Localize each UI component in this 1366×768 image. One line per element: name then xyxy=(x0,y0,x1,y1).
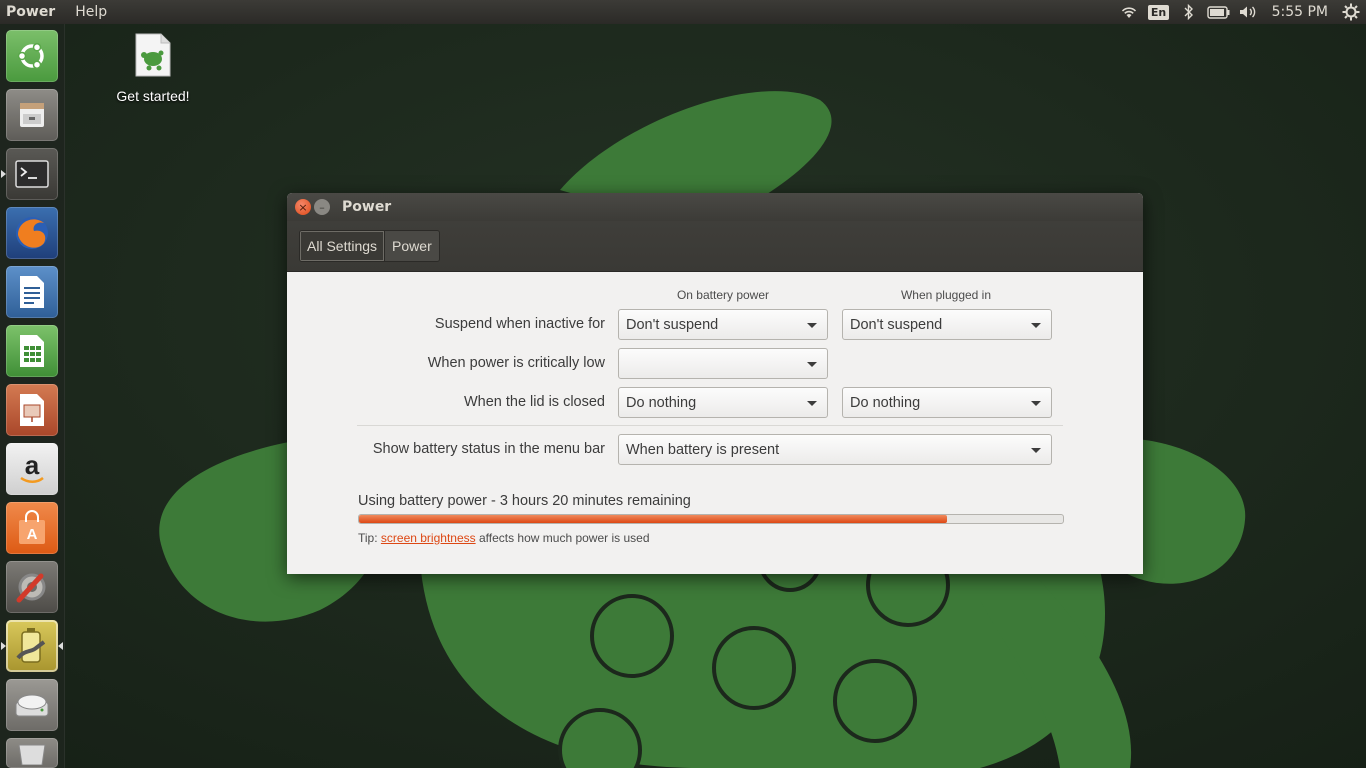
bluetooth-icon[interactable] xyxy=(1174,0,1204,24)
tip-suffix: affects how much power is used xyxy=(478,531,650,545)
minimize-button[interactable]: – xyxy=(314,199,330,215)
lid-plugged-value: Do nothing xyxy=(850,394,921,411)
lid-battery-value: Do nothing xyxy=(626,394,697,411)
minimize-icon: – xyxy=(319,200,325,214)
wifi-icon[interactable] xyxy=(1114,0,1144,24)
column-header-battery: On battery power xyxy=(676,288,770,302)
keyboard-layout-label: En xyxy=(1147,4,1170,20)
chevron-down-icon xyxy=(807,401,817,406)
firefox-icon xyxy=(16,217,48,249)
power-settings-panel: On battery power When plugged in Suspend… xyxy=(287,272,1143,574)
battery-plug-icon xyxy=(16,628,46,663)
window-toolbar: All Settings Power xyxy=(287,221,1143,272)
separator xyxy=(357,425,1063,426)
focused-indicator xyxy=(58,642,63,650)
files-launcher[interactable] xyxy=(6,89,58,141)
breadcrumb: All Settings Power xyxy=(299,230,440,262)
software-launcher[interactable]: A xyxy=(6,502,58,554)
keyboard-layout-indicator[interactable]: En xyxy=(1144,0,1174,24)
power-settings-window: × – Power All Settings Power On battery … xyxy=(287,193,1143,574)
critical-label: When power is critically low xyxy=(427,355,605,371)
impress-launcher[interactable] xyxy=(6,384,58,436)
indicator-area: En 5:55 PM xyxy=(1114,0,1366,24)
window-title: Power xyxy=(342,199,392,215)
presentation-icon xyxy=(20,394,44,426)
lid-plugged-dropdown[interactable]: Do nothing xyxy=(842,387,1052,418)
close-button[interactable]: × xyxy=(295,199,311,215)
shopping-bag-icon: A xyxy=(19,510,45,544)
screen-brightness-link[interactable]: screen brightness xyxy=(381,531,476,545)
running-indicator xyxy=(1,642,6,650)
desktop-shortcut[interactable]: Get started! xyxy=(105,32,201,104)
suspend-plugged-value: Don't suspend xyxy=(850,316,943,333)
app-menu[interactable]: Power xyxy=(0,4,65,20)
hard-drive-icon xyxy=(15,694,49,717)
system-settings-launcher[interactable] xyxy=(6,561,58,613)
volume-icon[interactable] xyxy=(1234,0,1264,24)
amazon-launcher[interactable]: a xyxy=(6,443,58,495)
tip-prefix: Tip: xyxy=(358,531,378,545)
close-icon: × xyxy=(298,200,308,214)
launcher: a A xyxy=(0,24,65,768)
trash-icon xyxy=(18,744,46,765)
svg-text:a: a xyxy=(25,452,40,480)
svg-text:A: A xyxy=(27,526,38,543)
top-panel: Power Help En 5:55 PM xyxy=(0,0,1366,24)
suspend-battery-value: Don't suspend xyxy=(626,316,719,333)
writer-launcher[interactable] xyxy=(6,266,58,318)
battery-level-fill xyxy=(359,515,947,523)
document-icon xyxy=(20,276,44,308)
battery-status-value: When battery is present xyxy=(626,441,780,458)
clock[interactable]: 5:55 PM xyxy=(1264,0,1336,24)
window-titlebar[interactable]: × – Power xyxy=(287,193,1143,221)
ubuntu-logo-icon xyxy=(17,43,44,69)
battery-remaining-text: Using battery power - 3 hours 20 minutes… xyxy=(358,493,691,509)
disks-launcher[interactable] xyxy=(6,679,58,731)
desktop-shortcut-label: Get started! xyxy=(116,88,190,104)
tip-text: Tip: screen brightness affects how much … xyxy=(358,531,650,545)
spreadsheet-icon xyxy=(20,335,44,367)
chevron-down-icon xyxy=(1031,401,1041,406)
battery-status-dropdown[interactable]: When battery is present xyxy=(618,434,1052,465)
suspend-plugged-dropdown[interactable]: Don't suspend xyxy=(842,309,1052,340)
firefox-launcher[interactable] xyxy=(6,207,58,259)
dash-button[interactable] xyxy=(6,30,58,82)
amazon-icon: a xyxy=(20,452,44,483)
help-menu[interactable]: Help xyxy=(65,4,117,20)
terminal-launcher[interactable] xyxy=(1,148,58,200)
chevron-down-icon xyxy=(1031,323,1041,328)
lid-battery-dropdown[interactable]: Do nothing xyxy=(618,387,828,418)
chevron-down-icon xyxy=(1031,448,1041,453)
battery-icon[interactable] xyxy=(1204,0,1234,24)
suspend-label: Suspend when inactive for xyxy=(434,316,605,332)
battery-status-label: Show battery status in the menu bar xyxy=(372,441,605,457)
calc-launcher[interactable] xyxy=(6,325,58,377)
lid-label: When the lid is closed xyxy=(463,394,605,410)
critical-battery-dropdown[interactable] xyxy=(618,348,828,379)
file-cabinet-icon xyxy=(20,103,44,127)
running-indicator xyxy=(1,170,6,178)
settings-wrench-icon xyxy=(16,573,46,603)
breadcrumb-power[interactable]: Power xyxy=(384,231,439,261)
suspend-battery-dropdown[interactable]: Don't suspend xyxy=(618,309,828,340)
power-statistics-launcher[interactable] xyxy=(1,620,63,672)
terminal-icon xyxy=(15,160,49,188)
chevron-down-icon xyxy=(807,362,817,367)
chevron-down-icon xyxy=(807,323,817,328)
battery-level-bar xyxy=(358,514,1064,524)
trash-launcher[interactable] xyxy=(6,738,58,768)
turtle-document-icon xyxy=(135,33,171,77)
breadcrumb-all-settings[interactable]: All Settings xyxy=(300,231,385,261)
column-header-plugged: When plugged in xyxy=(900,288,992,302)
gear-icon[interactable] xyxy=(1336,0,1366,24)
